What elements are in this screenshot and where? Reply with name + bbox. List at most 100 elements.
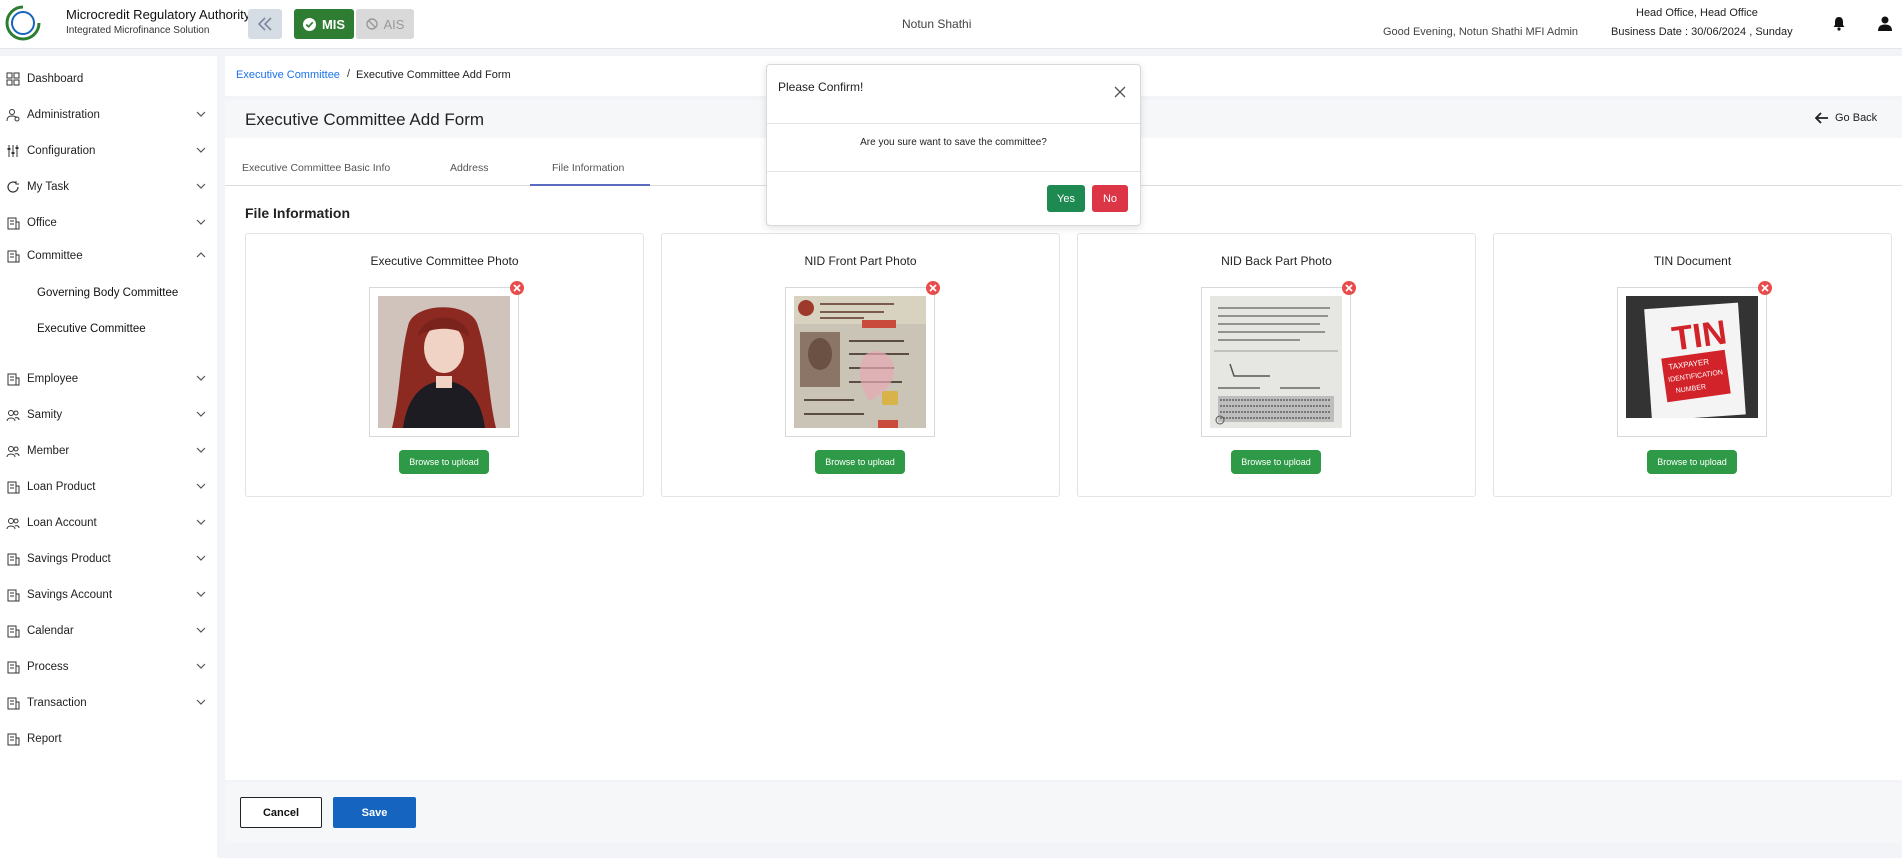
check-circle-icon [302, 17, 316, 31]
nid-front-image [794, 296, 926, 428]
sidebar-item-label: Calendar [27, 625, 74, 637]
sidebar-item-label: Savings Account [27, 589, 113, 601]
building-icon [7, 553, 20, 566]
sidebar-item-label: Member [27, 445, 70, 457]
photo-preview [785, 287, 935, 437]
dialog-divider [767, 171, 1140, 172]
cancel-button[interactable]: Cancel [240, 797, 322, 828]
sidebar-item-label: Samity [27, 409, 63, 421]
sliders-icon [7, 145, 19, 157]
remove-file-button[interactable] [926, 281, 940, 295]
tab-basic-info[interactable]: Executive Committee Basic Info [242, 162, 390, 174]
sidebar-item-administration[interactable]: Administration [0, 103, 217, 127]
close-icon [1761, 284, 1769, 292]
sidebar-item-report[interactable]: Report [0, 727, 217, 751]
sidebar-item-label: Loan Product [27, 481, 96, 493]
sidebar-item-label: Configuration [27, 145, 96, 157]
breadcrumb-parent-link[interactable]: Executive Committee [236, 69, 340, 81]
mis-toggle-button[interactable]: MIS [294, 9, 354, 39]
app-title: Microcredit Regulatory Authority [66, 7, 251, 22]
sidebar-item-committee[interactable]: Committee [0, 244, 217, 268]
card-title: TIN Document [1653, 254, 1732, 268]
chevron-down-icon [196, 111, 206, 117]
chevron-down-icon [196, 591, 206, 597]
section-title: File Information [245, 205, 350, 221]
sidebar-item-label: Process [27, 661, 69, 673]
file-card-nid-front: NID Front Part Photo Browse to upload [661, 233, 1060, 497]
mis-label: MIS [321, 16, 346, 32]
browse-upload-button[interactable]: Browse to upload [1231, 450, 1321, 474]
breadcrumb-separator: / [347, 68, 351, 80]
form-footer [225, 783, 1902, 843]
sidebar-item-employee[interactable]: Employee [0, 367, 217, 391]
confirm-yes-button[interactable]: Yes [1047, 185, 1085, 212]
confirm-no-button[interactable]: No [1092, 185, 1128, 212]
sidebar-item-label: Savings Product [27, 553, 111, 565]
sidebar-item-loan-account[interactable]: Loan Account [0, 511, 217, 535]
close-icon[interactable] [1114, 85, 1126, 103]
nid-back-image [1210, 296, 1342, 428]
go-back-label: Go Back [1835, 112, 1878, 124]
sidebar-item-label: Employee [27, 373, 79, 385]
refresh-icon [7, 181, 19, 193]
grid-icon [6, 72, 20, 86]
browse-upload-button[interactable]: Browse to upload [1647, 450, 1737, 474]
building-icon [7, 589, 20, 602]
chevron-down-icon [196, 219, 206, 225]
greeting-text: Good Evening, Notun Shathi MFI Admin [1383, 26, 1579, 38]
photo-preview [1201, 287, 1351, 437]
sidebar-item-loan-product[interactable]: Loan Product [0, 475, 217, 499]
sidebar-item-savings-product[interactable]: Savings Product [0, 547, 217, 571]
sidebar-item-member[interactable]: Member [0, 439, 217, 463]
double-chevron-left-icon [257, 17, 272, 31]
sidebar-subitem-executive-committee[interactable]: Executive Committee [37, 323, 146, 335]
chevron-down-icon [196, 183, 206, 189]
chevron-down-icon [196, 627, 206, 633]
person-photo-image [378, 296, 510, 428]
card-title: Executive Committee Photo [370, 254, 519, 268]
close-icon [513, 284, 521, 292]
remove-file-button[interactable] [1342, 281, 1356, 295]
tab-file-information[interactable]: File Information [552, 162, 624, 174]
sidebar-item-process[interactable]: Process [0, 655, 217, 679]
ais-toggle-button[interactable]: AIS [356, 9, 414, 39]
building-icon [7, 217, 20, 230]
remove-file-button[interactable] [1758, 281, 1772, 295]
office-name: Head Office, Head Office [1636, 7, 1758, 19]
confirm-dialog: Please Confirm! Are you sure want to sav… [766, 64, 1141, 226]
sidebar-item-label: Loan Account [27, 517, 97, 529]
chevron-up-icon [196, 252, 206, 258]
sidebar-item-calendar[interactable]: Calendar [0, 619, 217, 643]
sidebar-item-samity[interactable]: Samity [0, 403, 217, 427]
organization-name: Notun Shathi [902, 17, 972, 31]
photo-preview: TIN TAXPAYER IDENTIFICATION NUMBER [1617, 287, 1767, 437]
remove-file-button[interactable] [510, 281, 524, 295]
chevron-down-icon [196, 555, 206, 561]
browse-upload-button[interactable]: Browse to upload [399, 450, 489, 474]
ban-icon [365, 18, 378, 30]
sidebar-item-configuration[interactable]: Configuration [0, 139, 217, 163]
building-icon [7, 250, 20, 263]
notification-bell-icon[interactable] [1832, 16, 1846, 36]
go-back-button[interactable]: Go Back [1815, 112, 1877, 124]
sidebar-item-dashboard[interactable]: Dashboard [0, 67, 217, 91]
sidebar-item-my-task[interactable]: My Task [0, 175, 217, 199]
breadcrumb-current: Executive Committee Add Form [356, 69, 511, 81]
building-icon [7, 733, 20, 746]
close-icon [929, 284, 937, 292]
user-profile-icon[interactable] [1877, 15, 1893, 36]
chevron-down-icon [196, 375, 206, 381]
card-title: NID Front Part Photo [804, 254, 917, 268]
collapse-sidebar-button[interactable] [248, 9, 282, 39]
building-icon [7, 661, 20, 674]
chevron-down-icon [196, 663, 206, 669]
people-icon [6, 410, 20, 422]
sidebar-item-transaction[interactable]: Transaction [0, 691, 217, 715]
dialog-message: Are you sure want to save the committee? [860, 137, 1047, 148]
tab-address[interactable]: Address [450, 162, 489, 174]
sidebar-item-office[interactable]: Office [0, 211, 217, 235]
sidebar-subitem-governing-body-committee[interactable]: Governing Body Committee [37, 287, 178, 299]
browse-upload-button[interactable]: Browse to upload [815, 450, 905, 474]
sidebar-item-savings-account[interactable]: Savings Account [0, 583, 217, 607]
save-button[interactable]: Save [333, 797, 416, 828]
